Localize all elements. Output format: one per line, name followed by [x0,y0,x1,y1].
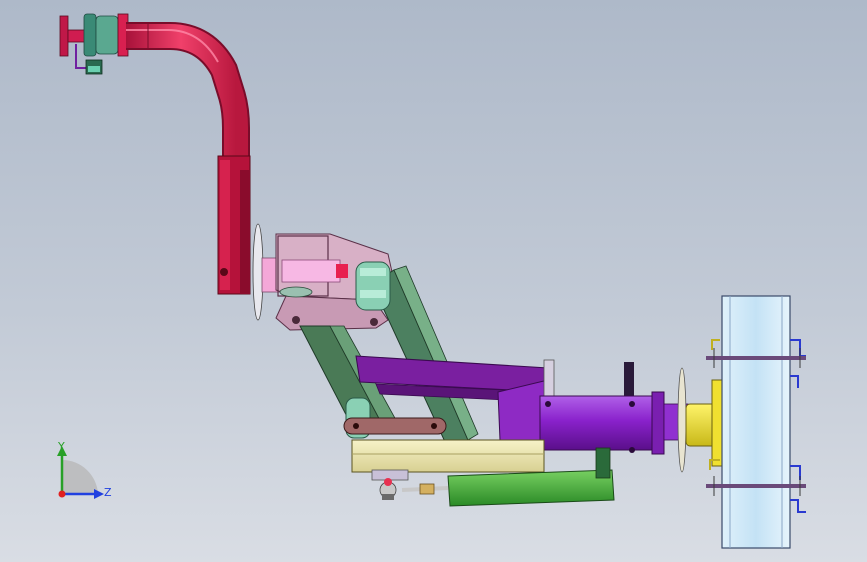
arm-pipe [126,22,251,295]
yellow-flange [677,367,723,473]
top-coupling [59,13,129,75]
y-axis-label: Y [58,440,65,453]
main-cylinder [539,391,689,455]
coordinate-triad: Y Z [40,436,120,512]
cad-viewport[interactable]: Y Z [0,0,867,562]
coordinate-triad-icon [57,446,104,499]
z-axis-label: Z [104,486,112,499]
assembly-model [59,13,806,549]
